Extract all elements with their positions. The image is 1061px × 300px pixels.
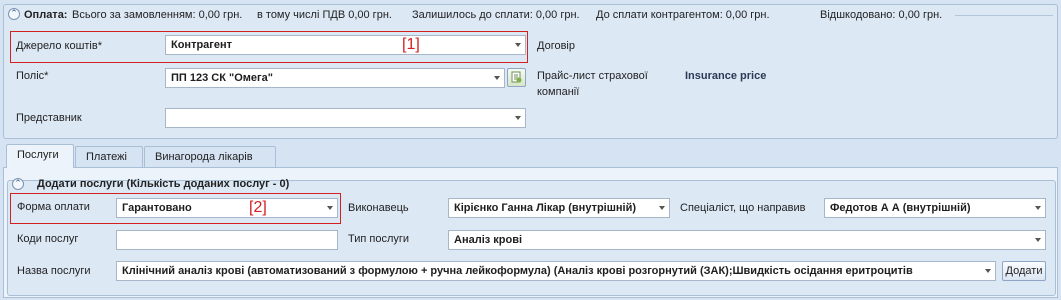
services-title: Додати послуги (Кількість доданих послуг… — [37, 178, 290, 190]
tab-services[interactable]: Послуги — [6, 144, 74, 168]
service-type-value: Аналіз крові — [454, 234, 523, 246]
payment-title-rule — [955, 15, 1053, 16]
total-vat: в тому числі ПДВ 0,00 грн. — [257, 9, 392, 21]
policy-value: ПП 123 СК "Омега" — [171, 72, 273, 84]
payment-section — [3, 4, 1058, 139]
policy-lookup-icon[interactable] — [507, 68, 526, 87]
tab-payments-label: Платежі — [86, 151, 127, 163]
chevron-down-icon[interactable] — [659, 206, 665, 210]
tab-doctor-fees[interactable]: Винагорода лікарів — [144, 146, 276, 168]
referrer-select[interactable]: Федотов А А (внутрішній) — [824, 198, 1046, 218]
total-order: Всього за замовленням: 0,00 грн. — [72, 9, 243, 21]
service-type-select[interactable]: Аналіз крові — [448, 230, 1046, 250]
annotation-marker-2: [2] — [249, 199, 267, 216]
pricelist-label-2: компанії — [537, 86, 580, 98]
chevron-down-icon[interactable] — [494, 76, 500, 80]
pricelist-value: Insurance price — [685, 70, 767, 82]
referrer-value: Федотов А А (внутрішній) — [830, 202, 971, 214]
performer-select[interactable]: Кірієнко Ганна Лікар (внутрішній) — [448, 198, 670, 218]
contract-label: Договір — [537, 40, 575, 52]
chevron-down-icon[interactable] — [1035, 206, 1041, 210]
representative-select[interactable] — [165, 108, 526, 128]
service-name-select[interactable]: Клінічний аналіз крові (автоматизований … — [116, 261, 996, 281]
total-refunded: Відшкодовано: 0,00 грн. — [820, 9, 943, 21]
total-remaining: Залишилось до сплати: 0,00 грн. — [412, 9, 580, 21]
tab-payments[interactable]: Платежі — [75, 146, 143, 168]
chevron-down-icon[interactable] — [1035, 238, 1041, 242]
representative-label: Представник — [16, 112, 82, 124]
codes-input[interactable] — [116, 230, 338, 250]
chevron-down-icon[interactable] — [515, 116, 521, 120]
policy-label: Поліс* — [16, 70, 49, 82]
service-name-label: Назва послуги — [17, 265, 91, 277]
referrer-label: Спеціаліст, що направив — [680, 202, 806, 214]
annotation-marker-1: [1] — [402, 36, 420, 53]
policy-select[interactable]: ПП 123 СК "Омега" — [165, 68, 505, 88]
collapse-payment-icon[interactable]: ⌃ — [8, 8, 20, 20]
tab-services-label: Послуги — [17, 149, 59, 161]
total-counterparty: До сплати контрагентом: 0,00 грн. — [596, 9, 770, 21]
add-service-button[interactable]: Додати — [1002, 261, 1046, 281]
performer-label: Виконавець — [348, 202, 409, 214]
annotation-box-2 — [10, 193, 341, 224]
service-type-label: Тип послуги — [348, 233, 410, 245]
service-name-value: Клінічний аналіз крові (автоматизований … — [122, 265, 913, 277]
pricelist-label-1: Прайс-лист страхової — [537, 70, 648, 82]
payment-title: Оплата: — [24, 9, 68, 21]
collapse-services-icon[interactable]: ⌃ — [12, 178, 24, 190]
annotation-box-1 — [10, 31, 528, 63]
performer-value: Кірієнко Ганна Лікар (внутрішній) — [454, 202, 637, 214]
codes-label: Коди послуг — [17, 233, 79, 245]
chevron-down-icon[interactable] — [985, 269, 991, 273]
tab-doctor-fees-label: Винагорода лікарів — [155, 151, 253, 163]
